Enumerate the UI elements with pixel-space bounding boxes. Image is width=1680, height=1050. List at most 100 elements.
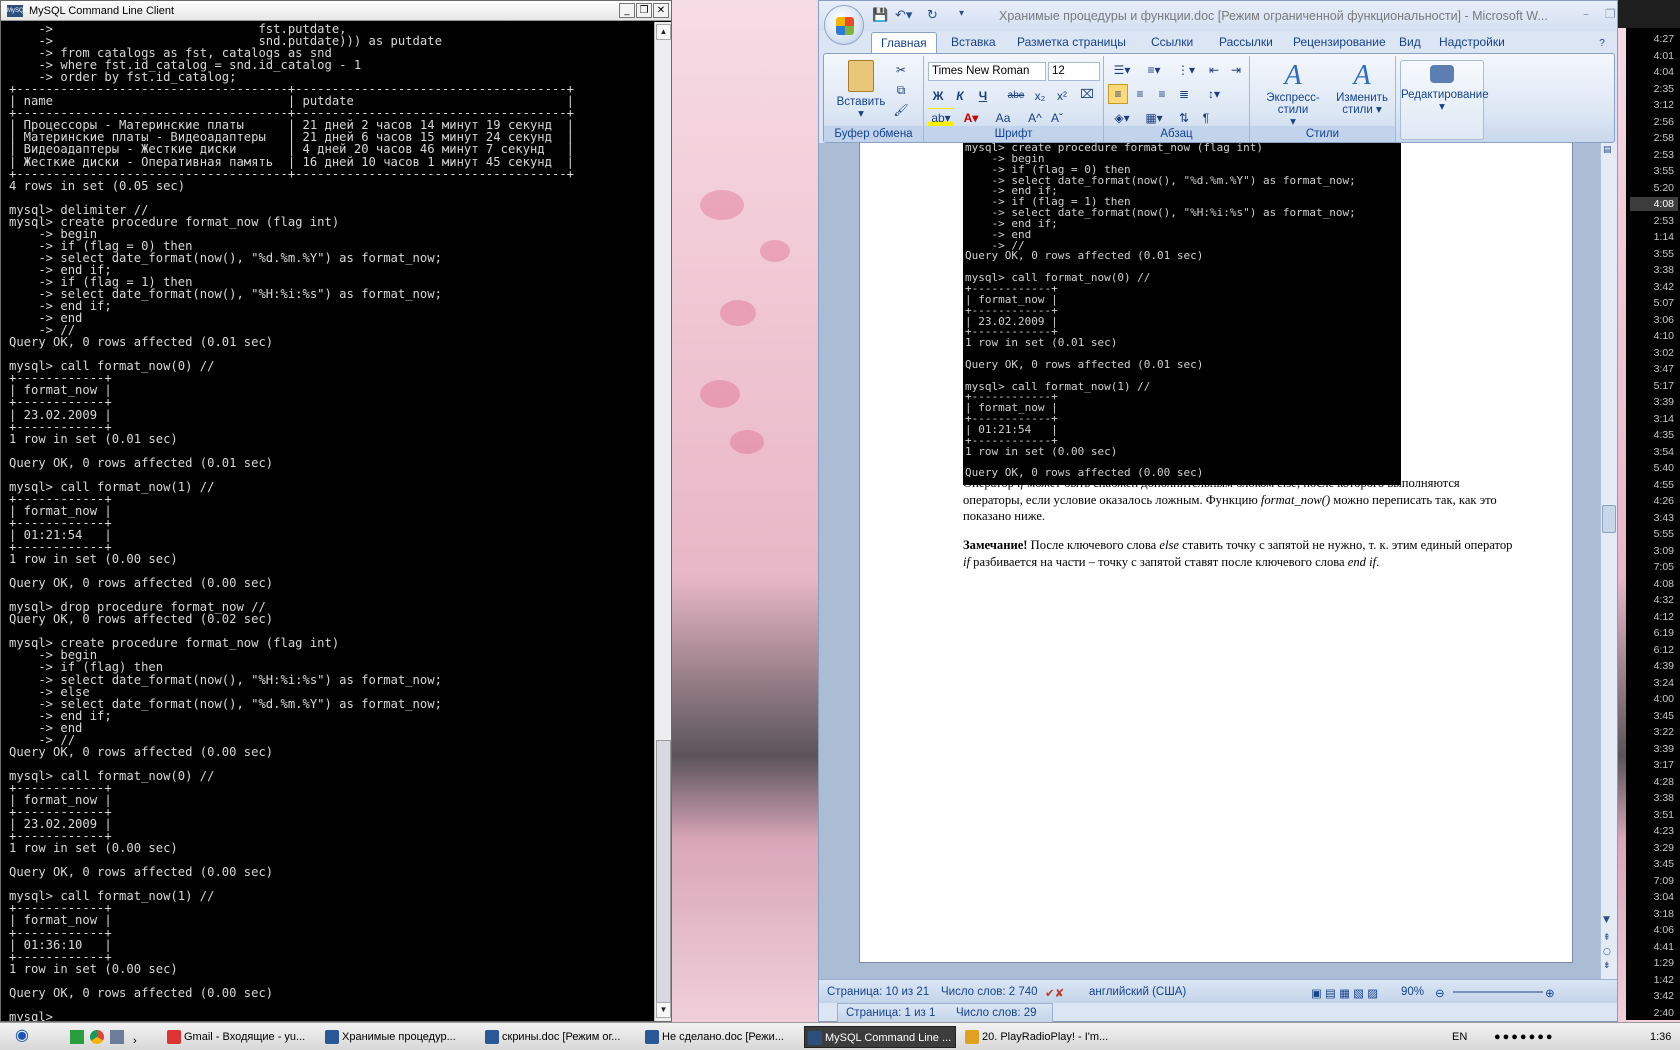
tab-2[interactable]: Вставка xyxy=(951,35,996,49)
redo-icon[interactable]: ↻ xyxy=(927,8,938,23)
taskbar-button[interactable]: MySQL Command Line ... xyxy=(804,1026,956,1048)
playlist-item[interactable]: 3:04 xyxy=(1630,890,1678,904)
playlist-item[interactable]: 3:02 xyxy=(1630,346,1678,360)
playlist-item[interactable]: 1:14 xyxy=(1630,230,1678,244)
clear-formatting-icon[interactable]: ⌧ xyxy=(1076,84,1098,104)
shrink-font-button[interactable]: Aˇ xyxy=(1046,108,1068,128)
playlist-item[interactable]: 4:32 xyxy=(1630,593,1678,607)
playlist-item[interactable]: 4:23 xyxy=(1630,824,1678,838)
mysql-window[interactable]: MySQL MySQL Command Line Client _ ❐ ✕ ->… xyxy=(0,0,672,1022)
express-styles-button[interactable]: A Экспресс-стили ▾ xyxy=(1256,60,1330,128)
playlist-item[interactable]: 2:58 xyxy=(1630,131,1678,145)
playlist-item[interactable]: 3:45 xyxy=(1630,709,1678,723)
subscript-button[interactable]: x₂ xyxy=(1030,86,1050,106)
console-scrollbar[interactable]: ▲ ▼ xyxy=(654,22,671,1021)
playlist-item[interactable]: 4:55 xyxy=(1630,478,1678,492)
align-center-icon[interactable]: ≡ xyxy=(1130,84,1150,104)
playlist-item[interactable]: 4:06 xyxy=(1630,923,1678,937)
tab-6[interactable]: Рецензирование xyxy=(1293,35,1386,49)
playlist-item[interactable]: 4:10 xyxy=(1630,329,1678,343)
playlist-item[interactable]: 5:07 xyxy=(1630,296,1678,310)
document-page[interactable]: mysql> create procedure format_now (flag… xyxy=(859,143,1573,963)
increase-indent-icon[interactable]: ⇥ xyxy=(1226,60,1246,80)
playlist-item[interactable]: 4:00 xyxy=(1630,692,1678,706)
playlist-times[interactable]: 4:27 4:01 4:04 2:35 3:12 2:56 2:58 2:53 3:55 5:20… xyxy=(1626,28,1680,1020)
playlist-item[interactable]: 3:14 xyxy=(1630,412,1678,426)
taskbar-button[interactable]: 20. PlayRadioPlay! - I'm... xyxy=(962,1026,1114,1048)
playlist-item[interactable]: 3:38 xyxy=(1630,791,1678,805)
scrollbar-thumb[interactable] xyxy=(656,740,671,1010)
playlist-item[interactable]: 3:22 xyxy=(1630,725,1678,739)
playlist-item[interactable]: 4:08 xyxy=(1630,197,1678,211)
paste-button[interactable]: Вставить ▾ xyxy=(836,60,886,120)
playlist-item[interactable]: 4:04 xyxy=(1630,65,1678,79)
status-page[interactable]: Страница: 10 из 21 xyxy=(827,986,929,998)
more-icon[interactable]: › xyxy=(133,1035,137,1047)
playlist-item[interactable]: 3:45 xyxy=(1630,857,1678,871)
minimize-icon[interactable]: _ xyxy=(619,3,635,18)
select-browse-object-icon[interactable]: ○ xyxy=(1603,947,1611,957)
playlist-item[interactable]: 3:55 xyxy=(1630,247,1678,261)
font-color-icon[interactable]: A▾ xyxy=(958,108,984,128)
align-right-icon[interactable]: ≡ xyxy=(1152,84,1172,104)
playlist-item[interactable]: 3:43 xyxy=(1630,511,1678,525)
zoom-level[interactable]: 90% xyxy=(1401,986,1424,998)
playlist-item[interactable]: 4:01 xyxy=(1630,49,1678,63)
playlist-item[interactable]: 1:29 xyxy=(1630,956,1678,970)
paragraph-1[interactable]: Оператор if может быть снабжен дополните… xyxy=(963,475,1513,525)
playlist-item[interactable]: 7:05 xyxy=(1630,560,1678,574)
status-words[interactable]: Число слов: 2 740 xyxy=(941,986,1038,998)
previous-page-icon[interactable]: ⇞ xyxy=(1603,933,1611,943)
office-button[interactable] xyxy=(824,5,864,45)
browser-icon[interactable] xyxy=(90,1030,104,1044)
restore-icon[interactable]: ❐ xyxy=(1605,7,1616,21)
tab-1[interactable]: Главная xyxy=(871,32,937,54)
save-icon[interactable]: 💾 xyxy=(872,8,888,23)
taskbar-button[interactable]: Не сделано.doc [Режи... xyxy=(642,1026,794,1048)
quick-access-menu-icon[interactable]: ▾ xyxy=(959,8,964,19)
copy-icon[interactable]: ⧉ xyxy=(890,80,912,100)
playlist-item[interactable]: 6:19 xyxy=(1630,626,1678,640)
playlist-item[interactable]: 7:09 xyxy=(1630,874,1678,888)
zoom-out-icon[interactable]: ⊖ xyxy=(1435,986,1445,1000)
clock[interactable]: 1:36 xyxy=(1650,1026,1671,1048)
playlist-item[interactable]: 5:55 xyxy=(1630,527,1678,541)
multilevel-list-icon[interactable]: ⋮▾ xyxy=(1172,60,1200,80)
change-case-button[interactable]: Аа xyxy=(988,108,1018,128)
strikethrough-button[interactable]: abe xyxy=(1004,86,1028,106)
tab-5[interactable]: Рассылки xyxy=(1219,35,1273,49)
playlist-item[interactable]: 3:18 xyxy=(1630,907,1678,921)
start-button[interactable]: ◉ xyxy=(2,1025,42,1047)
playlist-item[interactable]: 3:38 xyxy=(1630,263,1678,277)
zoom-in-icon[interactable]: ⊕ xyxy=(1545,986,1555,1000)
zoom-slider[interactable] xyxy=(1453,991,1543,993)
tray-icons[interactable]: ●●●●●●● xyxy=(1494,1026,1555,1048)
playlist-item[interactable]: 1:42 xyxy=(1630,973,1678,987)
scroll-down-icon[interactable]: ▼ xyxy=(1603,915,1610,925)
playlist-item[interactable]: 3:42 xyxy=(1630,989,1678,1003)
scrollbar-thumb[interactable] xyxy=(1602,505,1616,533)
paragraph-2[interactable]: Замечание! После ключевого слова else ст… xyxy=(963,537,1513,570)
playlist-item[interactable]: 6:12 xyxy=(1630,643,1678,657)
status-language[interactable]: английский (США) xyxy=(1089,986,1186,998)
playlist-item[interactable]: 2:53 xyxy=(1630,214,1678,228)
playlist-item[interactable]: 4:39 xyxy=(1630,659,1678,673)
language-indicator[interactable]: EN xyxy=(1452,1026,1467,1048)
playlist-item[interactable]: 5:40 xyxy=(1630,461,1678,475)
sort-icon[interactable]: ⇅ xyxy=(1174,108,1194,128)
tool-icon[interactable] xyxy=(110,1030,124,1044)
view-buttons[interactable]: ▣ ▤ ▦ ▧ ▨ xyxy=(1311,986,1378,1000)
app-icon[interactable] xyxy=(70,1030,84,1044)
numbering-icon[interactable]: ≡▾ xyxy=(1140,60,1168,80)
playlist-item[interactable]: 4:08 xyxy=(1630,577,1678,591)
highlight-icon[interactable]: ab▾ xyxy=(928,108,954,128)
font-name-field[interactable]: Times New Roman xyxy=(928,62,1046,81)
borders-icon[interactable]: ▦▾ xyxy=(1140,108,1168,128)
playlist-item[interactable]: 3:09 xyxy=(1630,544,1678,558)
undo-icon[interactable]: ↶▾ xyxy=(895,8,912,23)
font-size-field[interactable]: 12 xyxy=(1048,62,1100,81)
bold-button[interactable]: Ж xyxy=(928,86,948,106)
playlist-item[interactable]: 5:17 xyxy=(1630,379,1678,393)
scroll-up-icon[interactable]: ▲ xyxy=(656,24,671,40)
line-spacing-icon[interactable]: ↕▾ xyxy=(1200,84,1228,104)
